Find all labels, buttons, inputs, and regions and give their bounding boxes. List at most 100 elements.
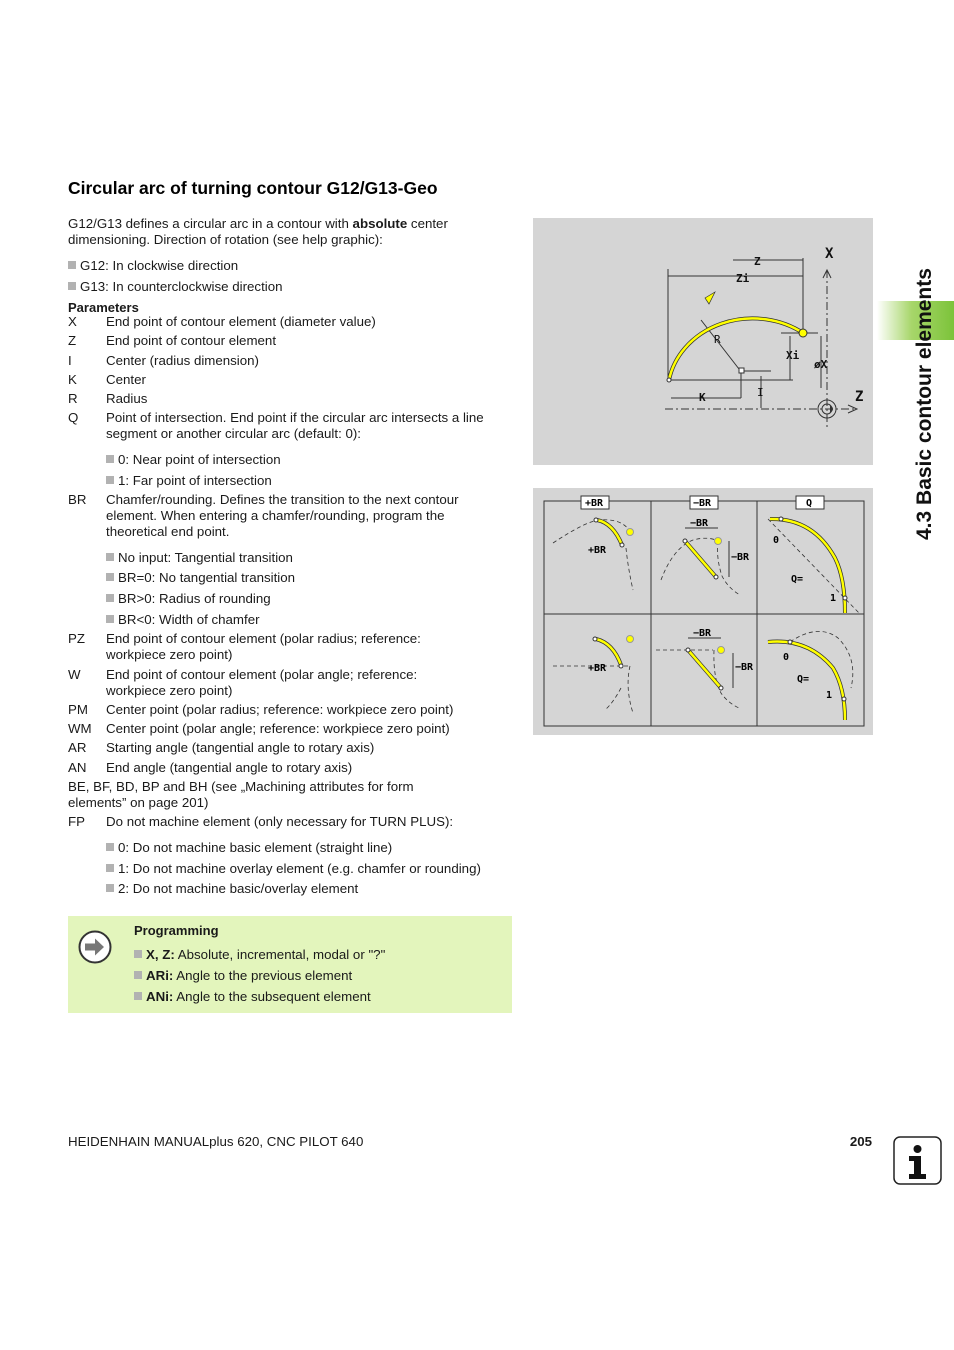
param-row: K Center: [68, 372, 508, 388]
br-q-diagram: +BR −BR Q +BR −BR −BR 0 Q= 1 +BR −BR −BR…: [543, 495, 865, 727]
param-row: X End point of contour element (diameter …: [68, 314, 508, 330]
label-one: 1: [826, 690, 832, 701]
label-minus-br: −BR: [690, 518, 709, 529]
arc-diagram: Z Zi R Xi øX K I X Z: [665, 246, 863, 428]
bullet-icon: [106, 615, 114, 623]
param-desc: End angle (tangential angle to rotary ax…: [106, 760, 353, 775]
bullet-text: No input: Tangential transition: [118, 550, 293, 565]
programming-note: Programming X, Z: Absolute, incremental,…: [68, 916, 512, 1013]
param-key: BR: [68, 492, 87, 507]
chamfer-ghost-arc3: [713, 649, 740, 709]
param-row: WM Center point (polar angle; reference: …: [68, 721, 508, 737]
theoretical-point-marker: [717, 646, 725, 654]
label-q: Q=: [797, 674, 809, 685]
bullet-icon: [106, 864, 114, 872]
label-plus-br: +BR: [588, 545, 607, 556]
param-desc: Center point (polar radius; reference: w…: [106, 702, 454, 717]
param-row: PZ End point of contour element (polar ra…: [68, 631, 508, 663]
bullet-icon: [134, 971, 142, 979]
point-marker: [619, 542, 625, 548]
param-key: AR: [68, 740, 87, 755]
programming-text: Angle to the previous element: [173, 968, 353, 983]
fp-option: 1: Do not machine overlay element (e.g. …: [106, 861, 481, 877]
header-q: Q: [795, 495, 825, 510]
bullet-text: 1: Do not machine overlay element (e.g. …: [118, 861, 481, 876]
param-key: AN: [68, 760, 87, 775]
label-xi: Xi: [786, 349, 800, 362]
axis-label-z: Z: [855, 389, 863, 405]
point-marker: [718, 685, 724, 691]
bullet-icon: [106, 455, 114, 463]
start-point-marker: [666, 377, 672, 383]
param-desc: Center point (polar angle; reference: wo…: [106, 721, 450, 736]
bullet-text: BR<0: Width of chamfer: [118, 612, 260, 627]
programming-item: ARi: Angle to the previous element: [134, 968, 352, 984]
section-title: Circular arc of turning contour G12/G13-…: [68, 178, 438, 198]
param-key: Z: [68, 333, 77, 348]
header-plus-br: +BR: [580, 495, 610, 510]
param-row: AR Starting angle (tangential angle to ro…: [68, 740, 508, 756]
label-minus-br: −BR: [735, 662, 754, 673]
param-row: PM Center point (polar radius; reference:…: [68, 702, 508, 718]
programming-item: ANi: Angle to the subsequent element: [134, 989, 371, 1005]
label-zero: 0: [773, 535, 779, 546]
page-number: 205: [849, 1134, 872, 1149]
intro-text: G12/G13 defines a circular arc in a cont…: [68, 216, 353, 231]
footer-text: HEIDENHAIN MANUALplus 620, CNC PILOT 640: [68, 1134, 364, 1149]
header-minus-br: −BR: [689, 495, 719, 510]
label-q: Q=: [791, 574, 803, 585]
intro-bold: absolute: [352, 216, 408, 231]
param-desc: Center (radius dimension): [106, 353, 259, 368]
header-label: +BR: [585, 498, 604, 509]
fp-option: 0: Do not machine basic element (straigh…: [106, 840, 392, 856]
programming-key: ANi:: [146, 989, 174, 1004]
bullet-icon: [134, 992, 142, 1000]
arc-direction-arrow-icon: [704, 291, 716, 305]
parameters-heading: Parameters: [68, 300, 139, 315]
param-row: I Center (radius dimension): [68, 353, 508, 369]
br-option: BR=0: No tangential transition: [106, 570, 295, 586]
param-key: WM: [68, 721, 92, 736]
param-row: R Radius: [68, 391, 508, 407]
programming-text: Absolute, incremental, modal or "?": [174, 947, 386, 962]
bullet-icon: [106, 843, 114, 851]
label-z: Z: [754, 255, 761, 268]
br-option: BR>0: Radius of rounding: [106, 591, 271, 607]
param-key: K: [68, 372, 77, 387]
param-desc: Starting angle (tangential angle to rota…: [106, 740, 375, 755]
end-point-marker: [798, 328, 808, 338]
br-option: No input: Tangential transition: [106, 550, 293, 566]
param-desc: End point of contour element (polar radi…: [106, 631, 421, 662]
bullet-text: G12: In clockwise direction: [80, 258, 239, 273]
param-key: Q: [68, 410, 79, 425]
label-minus-br: −BR: [693, 628, 712, 639]
bullet-icon: [106, 553, 114, 561]
param-key: I: [68, 353, 72, 368]
point-marker: [787, 639, 793, 645]
param-desc: Point of intersection. End point if the …: [106, 410, 484, 441]
param-row: Q Point of intersection. End point if the…: [68, 410, 508, 442]
machining-attributes-ref: BE, BF, BD, BP and BH (see „Machining at…: [68, 779, 414, 810]
rounding-ghost-arc3: [627, 665, 634, 714]
bullet-text: 2: Do not machine basic/overlay element: [118, 881, 359, 896]
fp-option: 2: Do not machine basic/overlay element: [106, 881, 358, 897]
param-key: FP: [68, 814, 85, 829]
label-dx: øX: [814, 358, 828, 371]
label-r: R: [714, 333, 721, 346]
point-marker: [778, 516, 784, 522]
programming-text: Angle to the subsequent element: [173, 989, 371, 1004]
theoretical-point-marker: [626, 635, 634, 643]
arc-path: [667, 317, 804, 381]
point-marker: [713, 574, 719, 580]
bullet-text: G13: In counterclockwise direction: [80, 279, 283, 294]
param-key: PM: [68, 702, 88, 717]
center-point-marker: [738, 367, 745, 374]
param-key: PZ: [68, 631, 85, 646]
header-label: Q: [806, 498, 812, 509]
param-key: X: [68, 314, 77, 329]
point-marker: [592, 636, 598, 642]
param-desc: Chamfer/rounding. Defines the transition…: [106, 492, 459, 539]
param-desc: Do not machine element (only necessary f…: [106, 814, 454, 829]
param-row: FP Do not machine element (only necessary…: [68, 814, 508, 830]
label-one: 1: [830, 593, 836, 604]
